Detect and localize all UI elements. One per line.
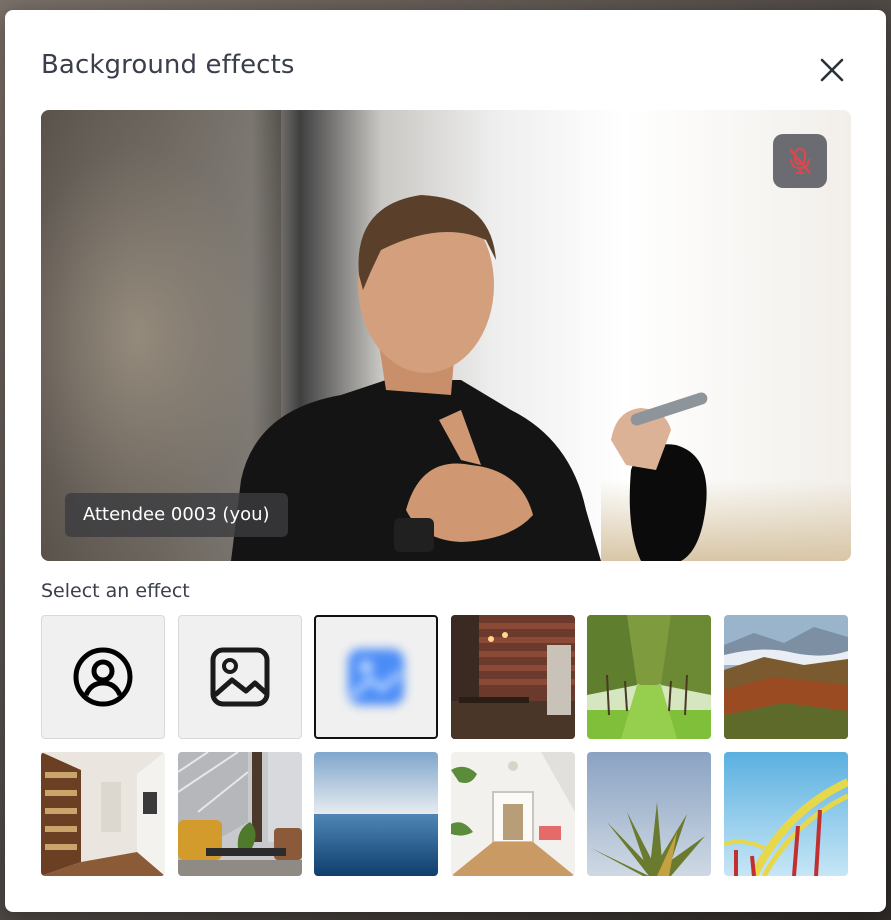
mountain-valley-thumbnail [724, 615, 848, 739]
effect-custom-image-tile[interactable] [178, 615, 302, 739]
effect-library-tile[interactable] [41, 752, 165, 876]
microphone-muted-icon [789, 148, 811, 174]
person-circle-icon [73, 647, 133, 707]
palm-leaves-thumbnail [587, 752, 711, 876]
effect-lounge-tile[interactable] [178, 752, 302, 876]
mute-toggle-button[interactable] [773, 134, 827, 188]
effect-blur-tile[interactable] [314, 615, 438, 739]
effect-roller-coaster-tile[interactable] [724, 752, 848, 876]
background-effects-dialog: Background effects Attendee 0003 (you) S… [5, 10, 886, 912]
blurred-image-icon [348, 649, 404, 705]
participant-name-tag: Attendee 0003 (you) [65, 493, 288, 537]
tree-avenue-thumbnail [587, 615, 711, 739]
close-button[interactable] [815, 53, 849, 87]
effect-brick-cafe-tile[interactable] [451, 615, 575, 739]
camera-preview: Attendee 0003 (you) [41, 110, 851, 561]
library-thumbnail [41, 752, 165, 876]
effect-mountain-valley-tile[interactable] [724, 615, 848, 739]
lounge-thumbnail [178, 752, 302, 876]
hallway-thumbnail [451, 752, 575, 876]
effect-ocean-tile[interactable] [314, 752, 438, 876]
roller-coaster-thumbnail [724, 752, 848, 876]
effects-section-label: Select an effect [41, 580, 190, 602]
brick-cafe-thumbnail [451, 615, 575, 739]
effect-tree-avenue-tile[interactable] [587, 615, 711, 739]
image-icon [210, 647, 270, 707]
close-icon [820, 58, 844, 82]
ocean-thumbnail [314, 752, 438, 876]
effect-palm-leaves-tile[interactable] [587, 752, 711, 876]
effect-hallway-tile[interactable] [451, 752, 575, 876]
dialog-title: Background effects [41, 50, 295, 80]
effect-none-tile[interactable] [41, 615, 165, 739]
